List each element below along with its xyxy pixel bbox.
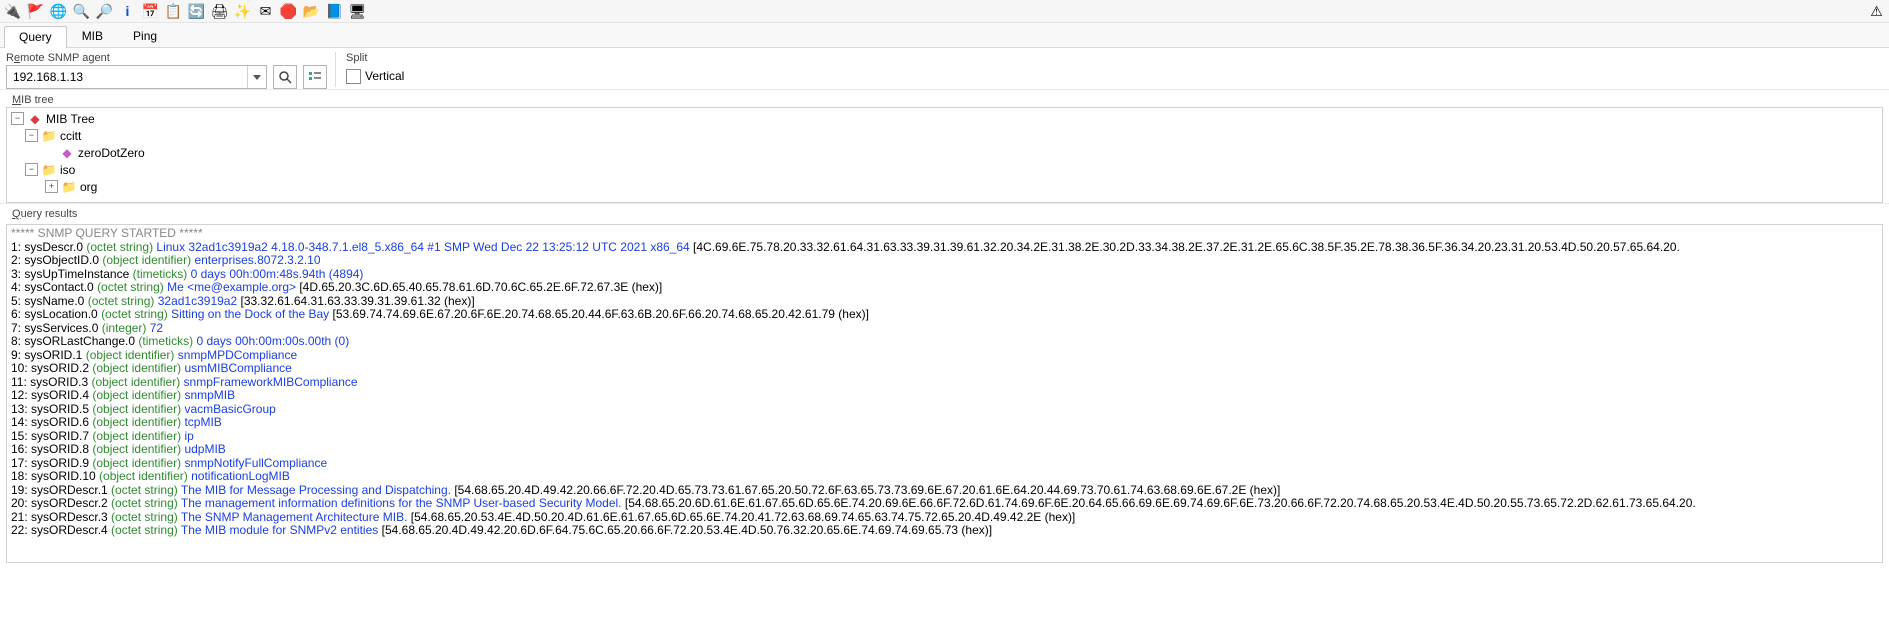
result-line[interactable]: 16: sysORID.8 (object identifier) udpMIB xyxy=(11,443,1878,457)
result-line[interactable]: 17: sysORID.9 (object identifier) snmpNo… xyxy=(11,457,1878,471)
tree-node-label: iso xyxy=(60,163,75,177)
result-line[interactable]: 20: sysORDescr.2 (octet string) The mana… xyxy=(11,497,1878,511)
result-line[interactable]: 3: sysUpTimeInstance (timeticks) 0 days … xyxy=(11,268,1878,282)
print-icon[interactable]: 🖨 xyxy=(211,3,228,20)
tree-node[interactable]: +📁org xyxy=(11,178,1878,195)
mail-icon[interactable]: ✉ xyxy=(257,3,274,20)
tree-root-label: MIB Tree xyxy=(46,112,95,126)
tab-ping[interactable]: Ping xyxy=(118,25,172,47)
magnify-icon[interactable]: 🔎 xyxy=(96,3,113,20)
tree-node-label: ccitt xyxy=(60,129,81,143)
result-line[interactable]: 21: sysORDescr.3 (octet string) The SNMP… xyxy=(11,511,1878,525)
result-line[interactable]: 10: sysORID.2 (object identifier) usmMIB… xyxy=(11,362,1878,376)
result-line[interactable]: 19: sysORDescr.1 (octet string) The MIB … xyxy=(11,484,1878,498)
mib-tree-label: MIB tree xyxy=(0,89,1889,107)
remote-agent-label: Remote SNMP agent xyxy=(6,52,327,65)
result-line[interactable]: 2: sysObjectID.0 (object identifier) ent… xyxy=(11,254,1878,268)
tree-node[interactable]: −📁iso xyxy=(11,161,1878,178)
info-icon[interactable]: i xyxy=(119,3,136,20)
expand-toggle[interactable]: − xyxy=(25,163,38,176)
remote-agent-dropdown[interactable] xyxy=(247,66,266,88)
tree-options-button[interactable] xyxy=(303,65,327,89)
result-line[interactable]: 18: sysORID.10 (object identifier) notif… xyxy=(11,470,1878,484)
tree-root[interactable]: − ◆ MIB Tree xyxy=(11,110,1878,127)
result-line[interactable]: 22: sysORDescr.4 (octet string) The MIB … xyxy=(11,524,1878,538)
result-line[interactable]: 7: sysServices.0 (integer) 72 xyxy=(11,322,1878,336)
result-line[interactable]: 14: sysORID.6 (object identifier) tcpMIB xyxy=(11,416,1878,430)
leaf-icon: ◆ xyxy=(59,146,75,160)
book-icon[interactable]: 📘 xyxy=(326,3,343,20)
tree-node-label: org xyxy=(80,180,97,194)
result-line[interactable]: 6: sysLocation.0 (octet string) Sitting … xyxy=(11,308,1878,322)
mib-tree[interactable]: − ◆ MIB Tree −📁ccitt◆zeroDotZero−📁iso+📁o… xyxy=(6,107,1883,203)
exit-icon[interactable]: 🖥 xyxy=(349,3,366,20)
expand-toggle[interactable]: − xyxy=(25,129,38,142)
remote-agent-input[interactable] xyxy=(7,67,247,87)
result-line[interactable]: 12: sysORID.4 (object identifier) snmpMI… xyxy=(11,389,1878,403)
expand-toggle[interactable]: + xyxy=(45,180,58,193)
zoom-icon[interactable]: 🔍 xyxy=(73,3,90,20)
wand-icon[interactable]: ✨ xyxy=(234,3,251,20)
tree-node[interactable]: ◆zeroDotZero xyxy=(11,144,1878,161)
plug-icon[interactable]: 🔌 xyxy=(4,3,21,20)
flag-icon[interactable]: 🚩 xyxy=(27,3,44,20)
folder-icon: 📁 xyxy=(61,180,77,194)
warning-icon[interactable]: ⚠ xyxy=(1868,3,1885,20)
tree-root-icon: ◆ xyxy=(27,112,43,126)
query-results-label: Query results xyxy=(0,203,1889,221)
tree-node[interactable]: −📁ccitt xyxy=(11,127,1878,144)
calendar-icon[interactable]: 📅 xyxy=(142,3,159,20)
remote-agent-group: Remote SNMP agent xyxy=(6,52,327,89)
query-header: ***** SNMP QUERY STARTED ***** xyxy=(11,227,1878,241)
folder-icon: 📁 xyxy=(41,163,57,177)
list-icon[interactable]: 📋 xyxy=(165,3,182,20)
vertical-label: Vertical xyxy=(365,69,404,83)
tab-query[interactable]: Query xyxy=(4,26,67,48)
split-label: Split xyxy=(346,52,404,65)
result-line[interactable]: 5: sysName.0 (octet string) 32ad1c3919a2… xyxy=(11,295,1878,309)
tab-mib[interactable]: MIB xyxy=(67,25,118,47)
stop-icon[interactable]: 🛑 xyxy=(280,3,297,20)
tree-node-label: zeroDotZero xyxy=(78,146,145,160)
folder-icon: 📁 xyxy=(41,129,57,143)
result-line[interactable]: 9: sysORID.1 (object identifier) snmpMPD… xyxy=(11,349,1878,363)
globe-icon[interactable]: 🌐 xyxy=(50,3,67,20)
agent-split-row: Remote SNMP agent Split Ve xyxy=(0,48,1889,89)
result-line[interactable]: 1: sysDescr.0 (octet string) Linux 32ad1… xyxy=(11,241,1878,255)
result-line[interactable]: 4: sysContact.0 (octet string) Me <me@ex… xyxy=(11,281,1878,295)
result-line[interactable]: 11: sysORID.3 (object identifier) snmpFr… xyxy=(11,376,1878,390)
split-group: Split Vertical xyxy=(335,52,404,87)
result-line[interactable]: 8: sysORLastChange.0 (timeticks) 0 days … xyxy=(11,335,1878,349)
result-line[interactable]: 13: sysORID.5 (object identifier) vacmBa… xyxy=(11,403,1878,417)
expand-toggle[interactable]: − xyxy=(11,112,24,125)
refresh-icon[interactable]: 🔄 xyxy=(188,3,205,20)
main-toolbar: 🔌 🚩 🌐 🔍 🔎 i 📅 📋 🔄 🖨 ✨ ✉ 🛑 📂 📘 🖥 ⚠ xyxy=(0,0,1889,23)
tab-row: QueryMIBPing xyxy=(0,23,1889,48)
remote-agent-combo[interactable] xyxy=(6,65,267,89)
find-button[interactable] xyxy=(273,65,297,89)
result-line[interactable]: 15: sysORID.7 (object identifier) ip xyxy=(11,430,1878,444)
query-results[interactable]: ***** SNMP QUERY STARTED ***** 1: sysDes… xyxy=(6,224,1883,563)
folder-icon[interactable]: 📂 xyxy=(303,3,320,20)
vertical-checkbox[interactable] xyxy=(346,69,361,84)
